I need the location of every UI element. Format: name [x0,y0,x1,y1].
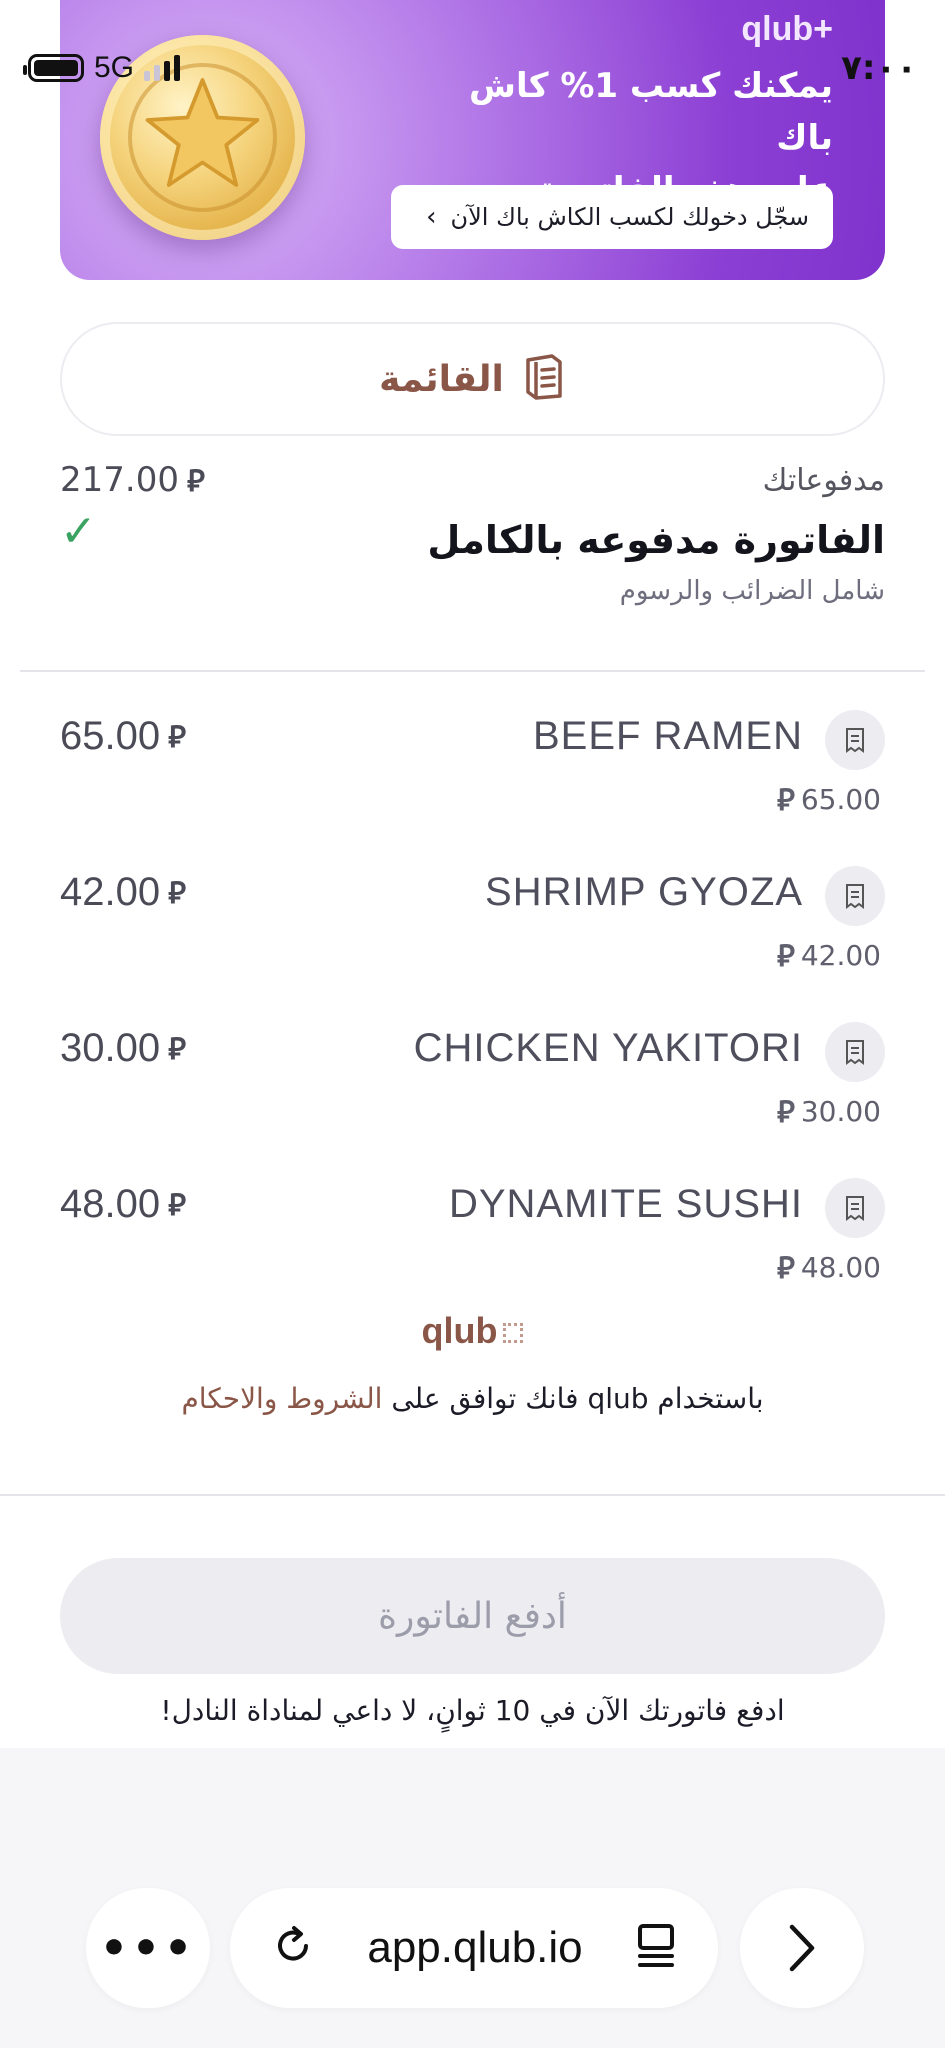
reader-mode-icon[interactable] [634,1922,678,1974]
item-unit-price-value: 30.00 [800,1095,881,1128]
item-total: 65.00 ⃁ [60,714,186,759]
riyal-currency-icon: ⃁ [168,1033,186,1066]
bill-status-title: الفاتورة مدفوعه بالكامل [427,518,885,562]
riyal-currency-icon: ⃁ [777,1251,795,1286]
divider [20,670,925,672]
browser-toolbar: ••• app.qlub.io [0,1748,945,2048]
more-options-button[interactable]: ••• [86,1888,210,2008]
pay-hint: ادفع فاتورتك الآن في 10 ثوانٍ، لا داعي ل… [160,1694,785,1727]
item-unit-price: ⃁ 42.00 [777,936,881,975]
riyal-currency-icon: ⃁ [168,877,186,910]
menu-book-icon [522,354,566,404]
riyal-currency-icon: ⃁ [168,1189,186,1222]
item-unit-price-value: 42.00 [800,939,881,972]
receipt-icon[interactable] [825,710,885,770]
item-total-value: 48.00 [60,1182,161,1226]
receipt-icon[interactable] [825,1178,885,1238]
item-name: BEEF RAMEN [532,714,803,758]
pay-bill-button[interactable]: أدفع الفاتورة [60,1558,885,1674]
tax-note: شامل الضرائب والرسوم [619,576,885,606]
status-bar: 5G ٧:٠٠ [23,40,917,96]
address-bar[interactable]: app.qlub.io [230,1888,718,2008]
item-unit-price: ⃁ 65.00 [777,780,881,819]
payments-label: مدفوعاتك [762,462,885,498]
item-unit-price-value: 65.00 [800,783,881,816]
battery-icon [23,54,84,82]
forward-button[interactable] [740,1888,864,2008]
login-cashback-button[interactable]: سجّل دخولك لكسب الكاش باك الآن › [391,185,833,249]
riyal-currency-icon: ⃁ [777,939,795,974]
reload-icon[interactable] [270,1923,316,1973]
bill-items-list: BEEF RAMEN ⃁ 65.00 65.00 ⃁ SHRIMP GYOZA ⃁ 4… [60,708,885,1332]
riyal-currency-icon: ⃁ [777,783,795,818]
chevron-icon: › [426,202,437,232]
url-text: app.qlub.io [367,1923,583,1972]
list-item: BEEF RAMEN ⃁ 65.00 65.00 ⃁ [60,708,885,864]
qlub-logo-mark-icon [503,1323,524,1344]
payments-amount: 217.00 ⃁ [60,460,205,500]
menu-button[interactable]: القائمة [60,322,885,436]
riyal-currency-icon: ⃁ [186,463,205,499]
signal-icon [144,55,181,81]
list-item: DYNAMITE SUSHI ⃁ 48.00 48.00 ⃁ [60,1176,885,1332]
login-cashback-label: سجّل دخولك لكسب الكاش باك الآن [450,203,809,231]
item-total: 48.00 ⃁ [60,1182,186,1227]
item-unit-price: ⃁ 30.00 [777,1092,881,1131]
item-total: 30.00 ⃁ [60,1026,186,1071]
payments-summary: مدفوعاتك 217.00 ⃁ الفاتورة مدفوعه بالكام… [60,460,885,606]
item-unit-price-value: 48.00 [800,1251,881,1284]
terms-notice: باستخدام qlub فانك توافق على الشروط والا… [0,1382,945,1415]
chevron-right-icon [789,1924,815,1972]
qlub-logo-text: qlub [421,1310,498,1351]
clock: ٧:٠٠ [841,48,917,88]
terms-prefix: باستخدام qlub فانك توافق على [391,1382,764,1415]
list-item: SHRIMP GYOZA ⃁ 42.00 42.00 ⃁ [60,864,885,1020]
item-unit-price: ⃁ 48.00 [777,1248,881,1287]
qlub-logo: qlub [0,1310,945,1352]
divider [0,1494,945,1496]
item-total: 42.00 ⃁ [60,870,186,915]
item-total-value: 30.00 [60,1026,161,1070]
receipt-icon[interactable] [825,1022,885,1082]
menu-label: القائمة [379,358,504,400]
status-indicators: 5G [23,51,181,85]
item-name: CHICKEN YAKITORI [413,1026,803,1070]
item-total-value: 65.00 [60,714,161,758]
riyal-currency-icon: ⃁ [777,1095,795,1130]
riyal-currency-icon: ⃁ [168,721,186,754]
terms-link[interactable]: الشروط والاحكام [181,1382,382,1415]
payments-amount-value: 217.00 [60,460,179,500]
item-name: DYNAMITE SUSHI [448,1182,803,1226]
item-name: SHRIMP GYOZA [485,870,803,914]
list-item: CHICKEN YAKITORI ⃁ 30.00 30.00 ⃁ [60,1020,885,1176]
checkmark-icon: ✓ [60,505,97,557]
receipt-icon[interactable] [825,866,885,926]
item-total-value: 42.00 [60,870,161,914]
network-type: 5G [94,51,135,84]
